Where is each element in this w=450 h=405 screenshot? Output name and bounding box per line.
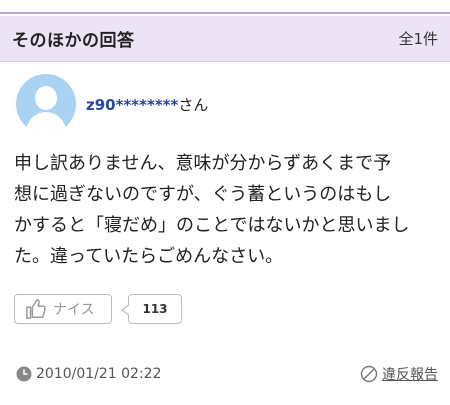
answer-body: 申し訳ありません、意味が分からずあくまで予 想に過ぎないのですが、ぐう蓄というの…: [14, 148, 440, 272]
answer-author: z90********さん: [16, 74, 208, 134]
answer-line: 申し訳ありません、意味が分からずあくまで予: [14, 153, 392, 174]
top-border: [0, 0, 450, 14]
section-header: そのほかの回答 全1件: [0, 16, 450, 62]
reaction-row: ナイス 113: [14, 294, 182, 324]
report-link[interactable]: 違反報告: [360, 364, 438, 384]
thumbs-up-icon: [26, 299, 46, 319]
avatar[interactable]: [16, 74, 76, 134]
answer-line: た。違っていたらごめんなさい。: [14, 246, 284, 267]
answer-line: かすると「寝だめ」のことではないかと思いまし: [14, 215, 410, 236]
timestamp: 2010/01/21 02:22: [16, 366, 162, 382]
answer-count: 全1件: [398, 30, 438, 48]
prohibited-icon: [360, 365, 378, 383]
nice-button[interactable]: ナイス: [14, 294, 112, 324]
avatar-body: [26, 112, 66, 134]
answer-footer: 2010/01/21 02:22 違反報告: [16, 364, 438, 384]
report-label[interactable]: 違反報告: [382, 364, 438, 384]
user-id-link[interactable]: z90********: [86, 96, 178, 114]
clock-icon: [16, 366, 32, 382]
section-title: そのほかの回答: [12, 31, 135, 51]
honorific: さん: [178, 95, 209, 114]
answer-line: 想に過ぎないのですが、ぐう蓄というのはもし: [14, 184, 392, 205]
nice-count: 113: [121, 294, 182, 324]
avatar-head: [35, 86, 57, 110]
timestamp-text: 2010/01/21 02:22: [36, 366, 162, 382]
nice-label: ナイス: [53, 302, 95, 318]
username[interactable]: z90********さん: [86, 94, 208, 115]
